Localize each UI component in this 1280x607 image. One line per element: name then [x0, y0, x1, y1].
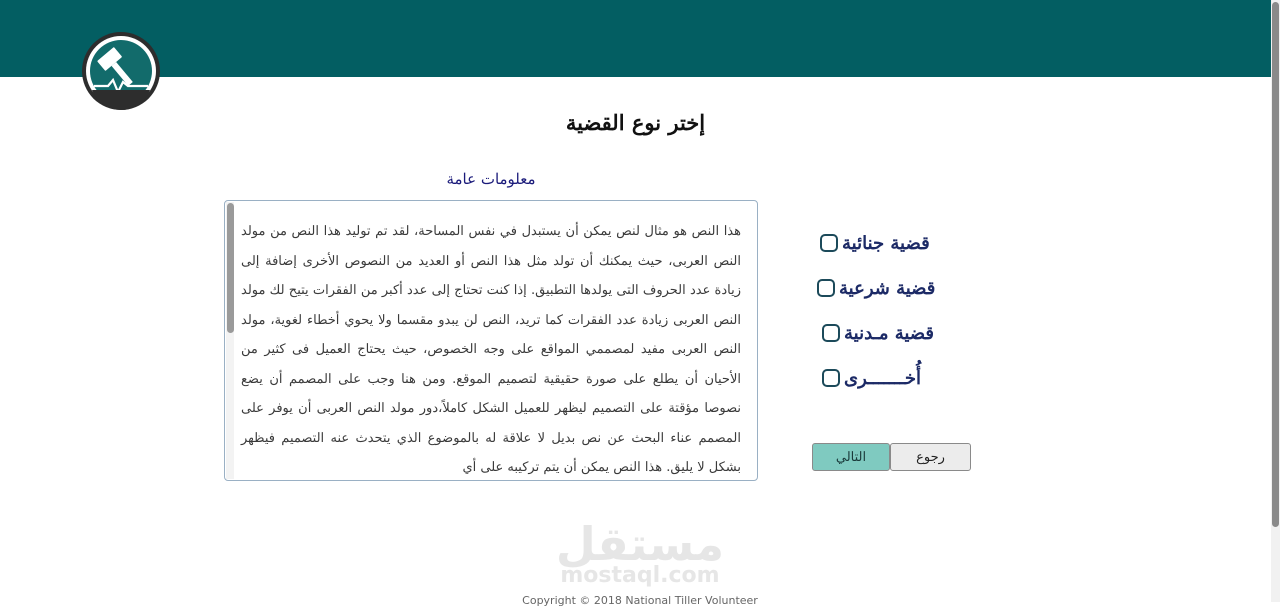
watermark: مستقل mostaql.com: [0, 520, 1280, 588]
header-bar: [0, 0, 1271, 77]
checkbox-other[interactable]: [822, 369, 840, 387]
option-label: قضية شرعية: [839, 277, 936, 299]
option-other[interactable]: أُخـــــــرى: [822, 363, 921, 393]
info-label: معلومات عامة: [446, 170, 536, 188]
option-civil[interactable]: قضية مـدنية: [822, 318, 934, 348]
page-scrollbar[interactable]: [1271, 0, 1280, 602]
option-sharia[interactable]: قضية شرعية: [817, 273, 935, 303]
watermark-arabic: مستقل: [555, 517, 725, 571]
info-scrollbar[interactable]: [226, 202, 234, 479]
footer-copyright: Copyright © 2018 National Tiller Volunte…: [522, 594, 758, 607]
checkbox-criminal[interactable]: [820, 234, 838, 252]
info-scrollbar-thumb[interactable]: [227, 203, 234, 333]
next-button[interactable]: التالي: [812, 443, 890, 471]
option-criminal[interactable]: قضية جنائية: [820, 228, 930, 258]
option-label: قضية مـدنية: [844, 322, 935, 344]
option-label: قضية جنائية: [842, 232, 930, 254]
checkbox-civil[interactable]: [822, 324, 840, 342]
option-label: أُخـــــــرى: [844, 367, 922, 389]
gavel-heartbeat-icon[interactable]: [80, 30, 162, 112]
watermark-latin: mostaql.com: [560, 563, 720, 588]
info-textarea[interactable]: هذا النص هو مثال لنص يمكن أن يستبدل في ن…: [224, 200, 758, 481]
back-button[interactable]: رجوع: [890, 443, 971, 471]
info-text: هذا النص هو مثال لنص يمكن أن يستبدل في ن…: [241, 224, 741, 475]
checkbox-sharia[interactable]: [817, 279, 835, 297]
page-scrollbar-thumb[interactable]: [1272, 2, 1279, 527]
page-title: إختر نوع القضية: [565, 110, 706, 135]
